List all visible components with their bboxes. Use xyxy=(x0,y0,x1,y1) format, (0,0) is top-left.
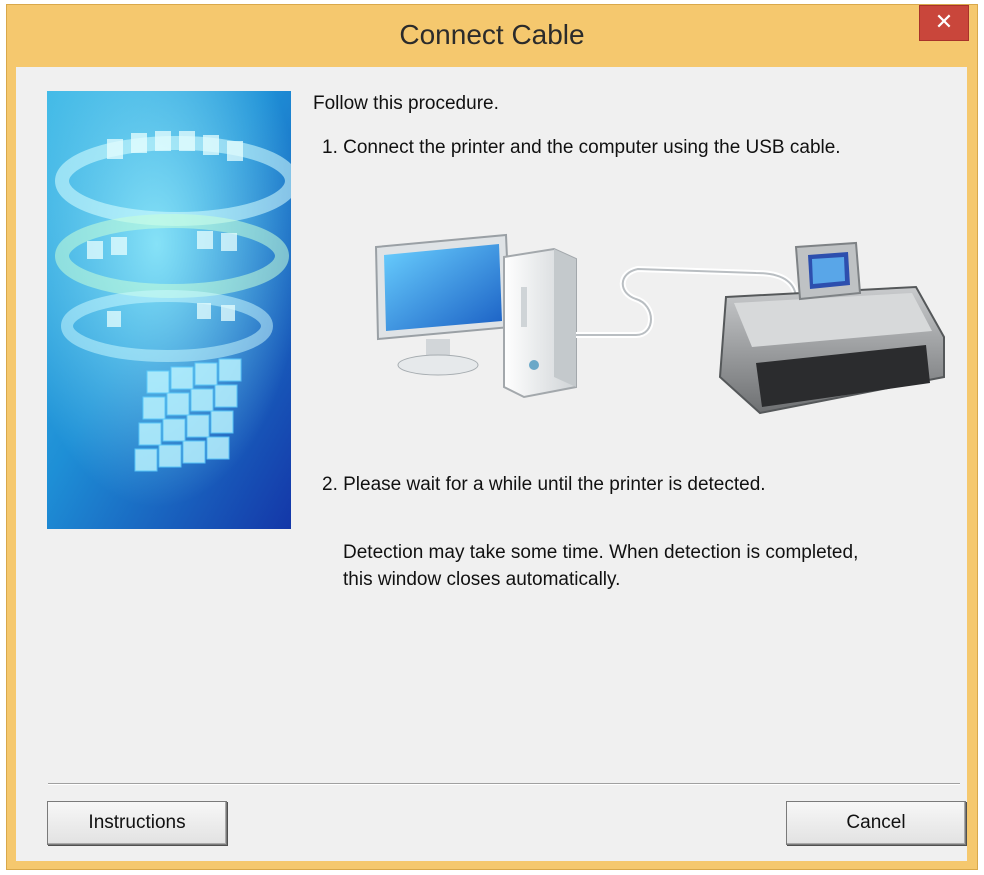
intro-text: Follow this procedure. xyxy=(313,93,499,114)
dialog-window: Connect Cable ✕ Follow this procedure. 1… xyxy=(6,4,978,870)
detection-note-line-1: Detection may take some time. When detec… xyxy=(343,542,859,563)
step-2-text: 2. Please wait for a while until the pri… xyxy=(322,474,766,495)
close-button[interactable]: ✕ xyxy=(919,5,969,41)
step-1-text: 1. Connect the printer and the computer … xyxy=(322,137,841,158)
monitor-icon xyxy=(374,233,512,376)
canon-banner-image xyxy=(47,91,291,529)
pc-tower-icon xyxy=(503,247,577,399)
cancel-button[interactable]: Cancel xyxy=(786,801,966,845)
separator-line xyxy=(48,783,960,785)
detection-note-line-2: this window closes automatically. xyxy=(343,569,621,590)
window-title: Connect Cable xyxy=(399,19,585,50)
title-bar[interactable]: Connect Cable ✕ xyxy=(7,5,977,67)
computer-printer-usb-illustration xyxy=(356,227,946,427)
detection-note: Detection may take some time. When detec… xyxy=(343,539,858,593)
instructions-button[interactable]: Instructions xyxy=(47,801,227,845)
printer-icon xyxy=(718,241,945,415)
dialog-body: Follow this procedure. 1. Connect the pr… xyxy=(16,67,967,861)
close-icon: ✕ xyxy=(934,10,954,35)
